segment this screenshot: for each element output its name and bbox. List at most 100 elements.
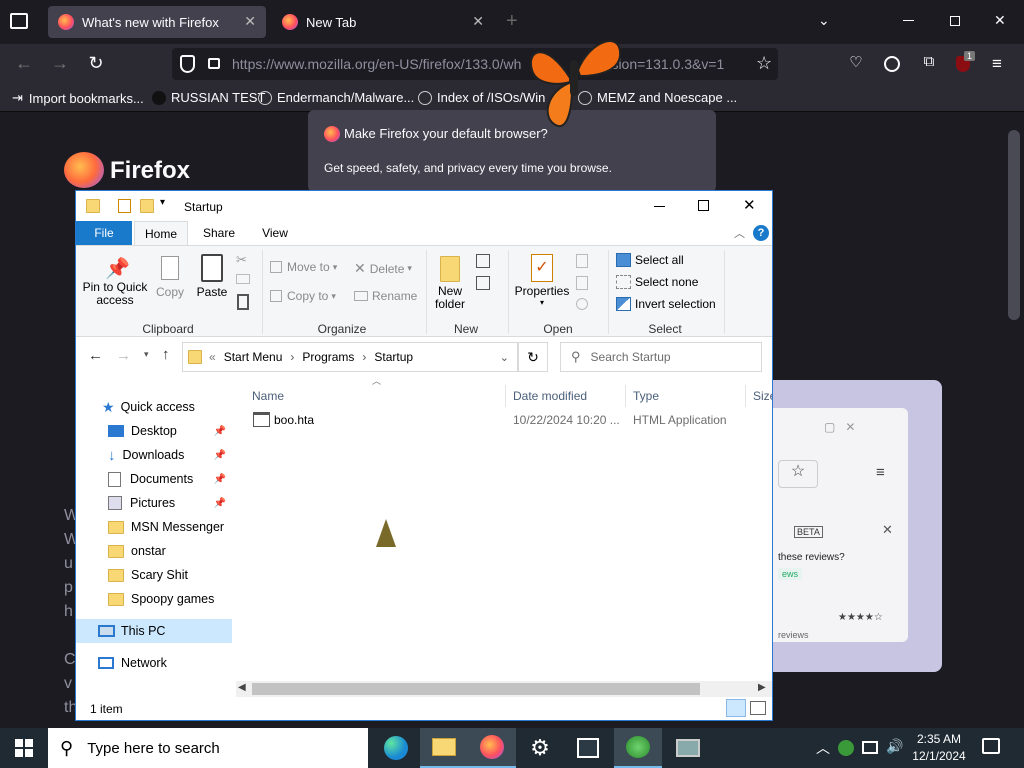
open-icon[interactable]	[576, 254, 588, 268]
recent-locations-chevron-icon[interactable]: ▾	[144, 349, 149, 360]
history-icon[interactable]	[576, 298, 588, 310]
easy-access-icon[interactable]	[476, 276, 490, 290]
minimize-icon[interactable]	[654, 206, 665, 207]
overflow-chevron[interactable]: «	[209, 350, 216, 364]
address-dropdown-chevron-icon[interactable]: ⌄	[500, 351, 509, 364]
large-icons-view-icon[interactable]	[750, 701, 766, 715]
url-bar[interactable]: https://www.mozilla.org/en-US/firefox/13…	[172, 48, 778, 80]
nav-spoopy-games[interactable]: Spoopy games	[76, 587, 232, 611]
ribbon-tab-view[interactable]: View	[250, 221, 300, 245]
ribbon-tab-home[interactable]: Home	[134, 221, 188, 246]
help-icon[interactable]: ?	[753, 225, 769, 241]
start-windows-icon[interactable]	[0, 728, 48, 768]
up-button[interactable]: ↑	[162, 346, 170, 363]
horizontal-scrollbar[interactable]: ◀ ▶	[236, 681, 772, 697]
address-bar[interactable]: « Start Menu › Programs › Startup ⌄	[182, 342, 518, 372]
forward-arrow-icon[interactable]: →	[48, 53, 72, 74]
tab-list-icon[interactable]	[10, 13, 28, 29]
nav-onstar[interactable]: onstar	[76, 539, 232, 563]
search-box[interactable]: ⚲ Search Startup	[560, 342, 762, 372]
ribbon-tab-file[interactable]: File	[76, 221, 132, 245]
column-header-name[interactable]: Name	[248, 385, 506, 407]
nav-network[interactable]: Network	[76, 651, 232, 675]
settings-gear-icon[interactable]: ⚙	[516, 728, 564, 768]
file-row[interactable]: boo.hta 10/22/2024 10:20 ... HTML Applic…	[248, 409, 772, 431]
app-menu-hamburger-icon[interactable]: ≡	[992, 54, 1002, 74]
breadcrumb-startup[interactable]: Startup	[374, 350, 413, 364]
reload-icon[interactable]: ↻	[84, 53, 108, 74]
network-tray-icon[interactable]	[862, 741, 878, 754]
bookmark-star-icon[interactable]: ☆	[756, 53, 772, 74]
cut-icon[interactable]: ✂	[236, 252, 247, 268]
nav-quick-access[interactable]: ★ Quick access	[76, 395, 232, 419]
details-view-icon[interactable]	[726, 699, 746, 717]
edge-icon[interactable]	[372, 728, 420, 768]
clock-date[interactable]: 12/1/2024	[912, 749, 966, 763]
copy-to-button[interactable]: Copy to ▾	[270, 289, 336, 303]
page-scrollbar[interactable]	[1008, 130, 1020, 320]
notifications-icon[interactable]	[982, 738, 1000, 754]
app-window-icon[interactable]	[564, 728, 612, 768]
bookmark-endermanch[interactable]: Endermanch/Malware...	[258, 90, 414, 105]
close-window-icon[interactable]: ✕	[994, 12, 1006, 29]
bookmark-russian-test[interactable]: RUSSIAN TEST	[152, 90, 265, 105]
minimize-window-icon[interactable]	[903, 20, 914, 21]
delete-button[interactable]: ✕ Delete ▾	[354, 260, 412, 277]
back-button[interactable]: ←	[88, 347, 103, 364]
scroll-thumb[interactable]	[252, 683, 700, 695]
extensions-puzzle-icon[interactable]: ⧉	[917, 53, 941, 70]
ribbon-tab-share[interactable]: Share	[194, 221, 244, 245]
breadcrumb-start-menu[interactable]: Start Menu	[224, 350, 283, 364]
scroll-left-icon[interactable]: ◀	[238, 682, 246, 693]
nav-scary-shit[interactable]: Scary Shit	[76, 563, 232, 587]
refresh-button[interactable]: ↻	[518, 342, 548, 372]
nav-documents[interactable]: Documents 📌	[76, 467, 232, 491]
paste-button[interactable]: Paste	[194, 254, 230, 299]
tab-whats-new[interactable]: What's new with Firefox ✕	[48, 6, 266, 38]
maximize-icon[interactable]	[698, 200, 709, 211]
close-tab-icon[interactable]: ✕	[244, 13, 256, 30]
tracking-protection-shield-icon[interactable]	[180, 55, 195, 73]
firefox-taskbar-icon[interactable]	[468, 728, 516, 768]
customize-qat-chevron-icon[interactable]: ▾	[160, 197, 165, 208]
bookmark-import[interactable]: ⇥ Import bookmarks...	[12, 90, 144, 106]
pin-quick-access-button[interactable]: 📌 Pin to Quick access	[82, 256, 148, 307]
collapse-ribbon-chevron-icon[interactable]: ︿	[734, 225, 745, 241]
select-all-button[interactable]: Select all	[616, 253, 684, 267]
breadcrumb-programs[interactable]: Programs	[302, 350, 354, 364]
invert-selection-button[interactable]: Invert selection	[616, 297, 716, 311]
edit-icon[interactable]	[576, 276, 588, 290]
file-explorer-taskbar-icon[interactable]	[420, 728, 468, 768]
control-panel-icon[interactable]	[664, 728, 712, 768]
new-folder-button[interactable]: New folder	[432, 256, 468, 311]
nav-this-pc[interactable]: This PC	[76, 619, 232, 643]
taskbar-search-box[interactable]: ⚲ Type here to search	[48, 728, 368, 768]
clock-time[interactable]: 2:35 AM	[912, 732, 966, 746]
restore-window-icon[interactable]	[950, 16, 960, 26]
nav-downloads[interactable]: ↓ Downloads 📌	[76, 443, 232, 467]
back-arrow-icon[interactable]: ←	[12, 53, 36, 74]
volume-tray-icon[interactable]: 🔊	[886, 738, 903, 755]
nav-pictures[interactable]: Pictures 📌	[76, 491, 232, 515]
msn-messenger-taskbar-icon[interactable]	[614, 728, 662, 768]
scroll-right-icon[interactable]: ▶	[758, 682, 766, 693]
close-tab-icon[interactable]: ✕	[472, 13, 484, 30]
forward-button[interactable]: →	[116, 347, 131, 364]
close-icon[interactable]: ✕	[743, 196, 756, 214]
rename-button[interactable]: Rename	[354, 289, 417, 303]
new-tab-plus-icon[interactable]: +	[506, 10, 518, 33]
column-header-type[interactable]: Type	[628, 385, 746, 407]
paste-shortcut-icon[interactable]	[237, 294, 249, 310]
list-all-tabs-chevron-icon[interactable]: ⌄	[818, 12, 830, 29]
show-hidden-icons-chevron-icon[interactable]: ︿	[816, 738, 830, 758]
move-to-button[interactable]: Move to ▾	[270, 260, 337, 274]
msn-tray-icon[interactable]	[838, 740, 854, 756]
padlock-icon[interactable]	[208, 58, 220, 69]
tab-new-tab[interactable]: New Tab ✕	[272, 6, 494, 38]
properties-button[interactable]: ✓ Properties ▾	[514, 254, 570, 307]
nav-desktop[interactable]: Desktop 📌	[76, 419, 232, 443]
properties-quick-icon[interactable]	[118, 199, 131, 213]
column-header-size[interactable]: Size	[748, 385, 772, 407]
nav-msn-messenger[interactable]: MSN Messenger	[76, 515, 232, 539]
select-none-button[interactable]: Select none	[616, 275, 698, 289]
